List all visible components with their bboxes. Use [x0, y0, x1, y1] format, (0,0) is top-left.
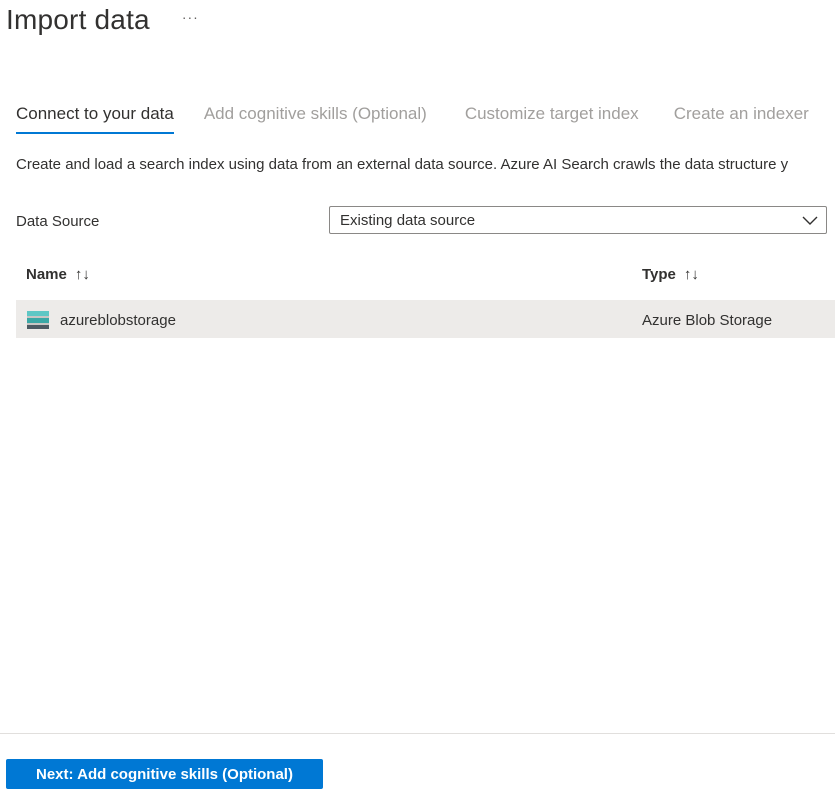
row-type: Azure Blob Storage [642, 312, 773, 329]
title-row: Import data ··· [6, 0, 199, 40]
more-options-button[interactable]: ··· [182, 9, 199, 25]
sort-icon: ↑↓ [74, 266, 90, 283]
data-source-dropdown[interactable]: Existing data source [329, 206, 827, 234]
table-header: Name ↑↓ Type ↑↓ [16, 266, 835, 292]
column-header-type-label: Type [642, 266, 676, 283]
page-description: Create and load a search index using dat… [16, 156, 789, 173]
chevron-down-icon [802, 216, 818, 225]
data-source-selected-value: Existing data source [340, 212, 476, 229]
tab-add-cognitive-skills[interactable]: Add cognitive skills (Optional) [204, 104, 427, 134]
import-data-page: Import data ··· Connect to your data Add… [0, 0, 835, 806]
column-header-name[interactable]: Name ↑↓ [26, 266, 90, 283]
wizard-tabs: Connect to your data Add cognitive skill… [16, 104, 835, 134]
data-source-label: Data Source [16, 213, 100, 230]
page-title: Import data [6, 4, 150, 35]
tab-connect-to-your-data[interactable]: Connect to your data [16, 104, 174, 134]
sort-icon: ↑↓ [683, 266, 699, 283]
table-row[interactable]: azureblobstorage Azure Blob Storage [16, 300, 835, 338]
column-header-name-label: Name [26, 266, 67, 283]
row-name: azureblobstorage [60, 312, 176, 329]
column-header-type[interactable]: Type ↑↓ [642, 266, 699, 283]
tab-customize-target-index[interactable]: Customize target index [465, 104, 639, 134]
tab-create-an-indexer[interactable]: Create an indexer [674, 104, 809, 134]
storage-account-icon [27, 311, 49, 329]
next-button[interactable]: Next: Add cognitive skills (Optional) [6, 759, 323, 789]
footer-divider [0, 733, 835, 734]
